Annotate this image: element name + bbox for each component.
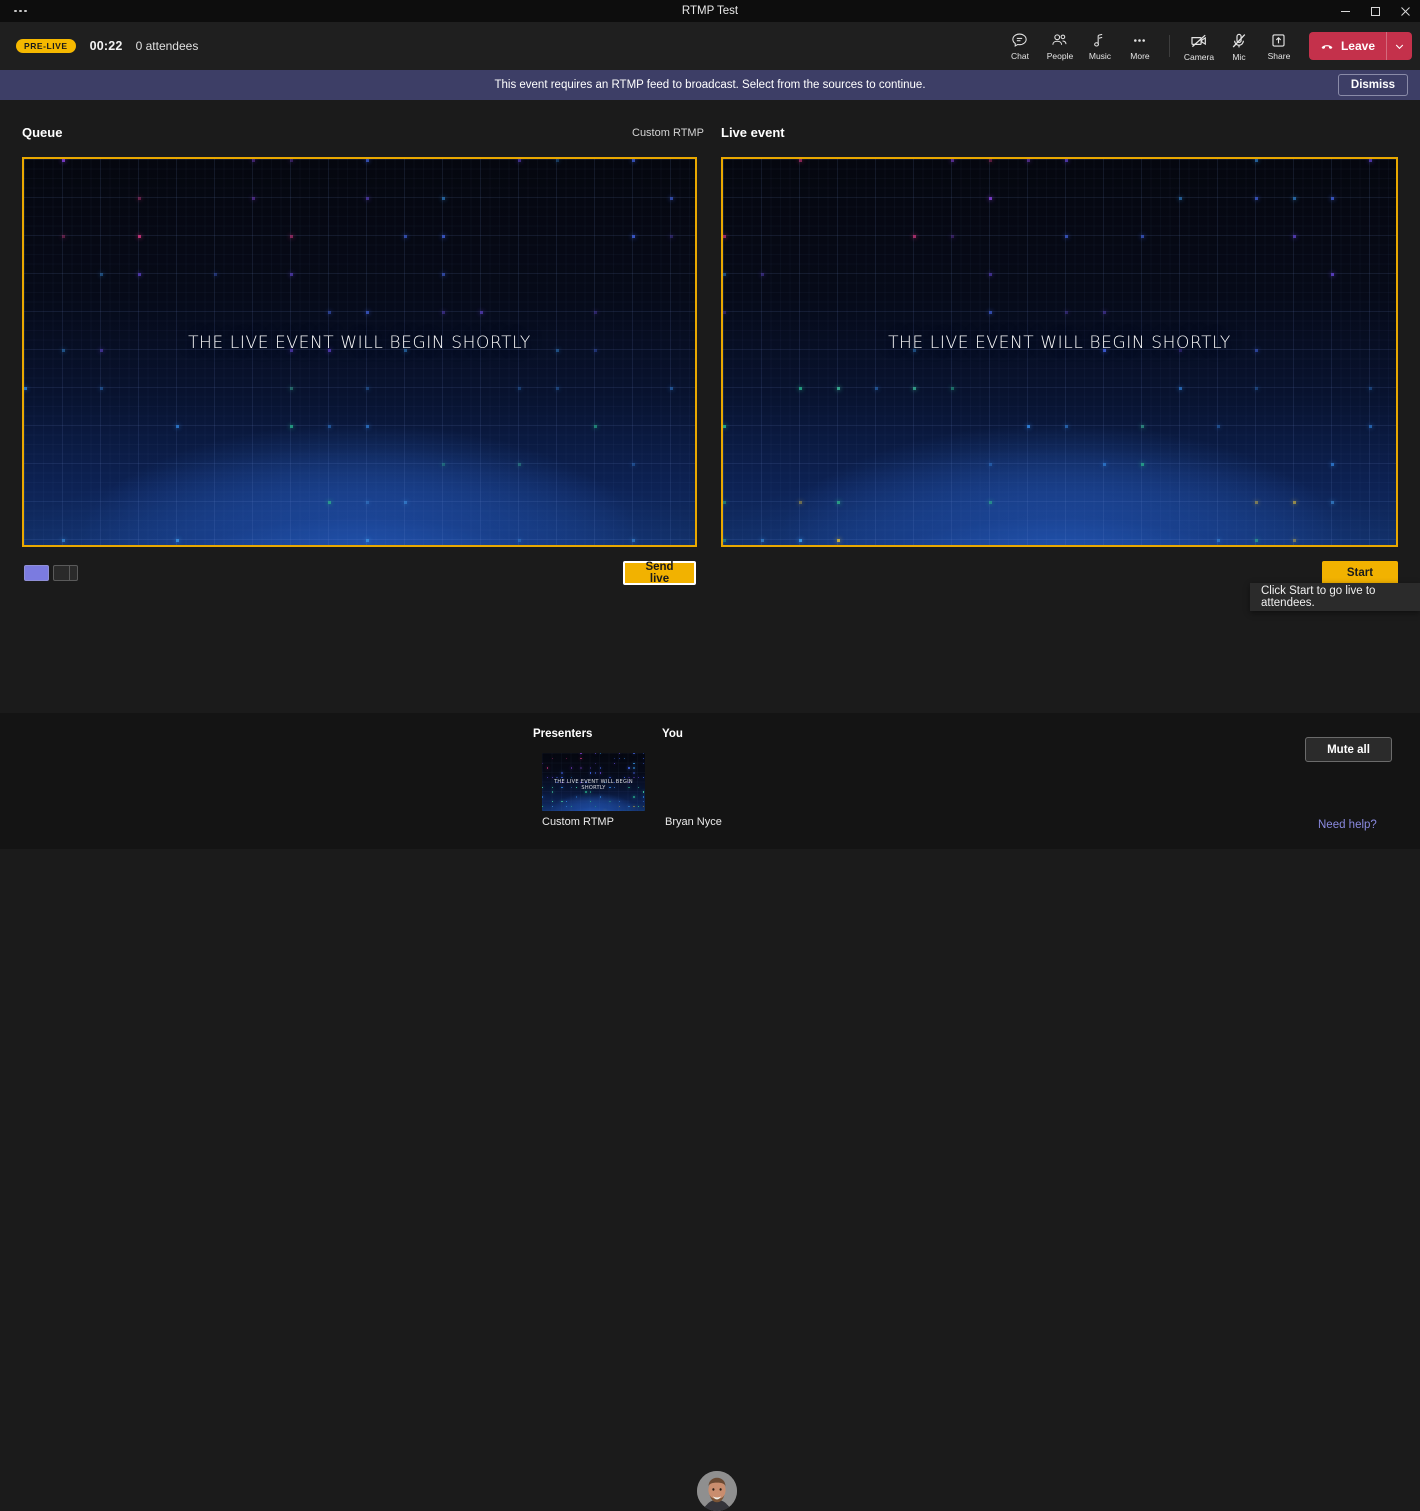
window-controls (1330, 0, 1420, 22)
share-label: Share (1267, 51, 1291, 62)
your-name: Bryan Nyce (665, 816, 722, 828)
mic-off-icon (1232, 33, 1246, 48)
title-bar: RTMP Test (0, 0, 1420, 22)
avatar-photo (697, 1471, 737, 1511)
need-help-link[interactable]: Need help? (1318, 819, 1377, 831)
queue-video-preview[interactable]: THE LIVE EVENT WILL BEGIN SHORTLY (22, 157, 697, 547)
dismiss-button[interactable]: Dismiss (1337, 74, 1408, 96)
command-bar-actions: Chat People Music More Camera Mic Share … (1000, 22, 1412, 70)
maximize-icon[interactable] (1360, 0, 1390, 22)
presenters-heading: Presenters (533, 728, 593, 740)
share-button[interactable]: Share (1259, 24, 1299, 68)
avatar[interactable] (697, 1471, 737, 1511)
more-icon (1134, 39, 1146, 43)
close-icon[interactable] (1390, 0, 1420, 22)
mic-label: Mic (1232, 51, 1246, 62)
live-video-preview[interactable]: THE LIVE EVENT WILL BEGIN SHORTLY (721, 157, 1398, 547)
start-button[interactable]: Start (1322, 561, 1398, 585)
slide-headline: THE LIVE EVENT WILL BEGIN SHORTLY (888, 332, 1231, 353)
queue-source-label: Custom RTMP (632, 127, 704, 139)
command-bar: PRE-LIVE 00:22 0 attendees Chat People M… (0, 22, 1420, 70)
people-icon (1052, 34, 1067, 46)
leave-button[interactable]: Leave (1309, 32, 1386, 60)
camera-button[interactable]: Camera (1179, 24, 1219, 68)
send-live-button[interactable]: Send live (623, 561, 696, 585)
people-button[interactable]: People (1040, 24, 1080, 68)
start-tooltip: Click Start to go live to attendees. (1250, 583, 1420, 611)
stage-area: Queue Custom RTMP Live event THE LIVE EV… (0, 100, 1420, 713)
slide-headline: THE LIVE EVENT WILL BEGIN SHORTLY (188, 332, 531, 353)
people-label: People (1046, 51, 1074, 62)
status-badge: PRE-LIVE (16, 38, 76, 54)
chat-label: Chat (1010, 51, 1029, 62)
music-icon (1094, 34, 1103, 47)
chat-button[interactable]: Chat (1000, 24, 1040, 68)
music-label: Music (1088, 51, 1112, 62)
music-button[interactable]: Music (1080, 24, 1120, 68)
presenter-name: Custom RTMP (542, 816, 614, 828)
you-heading: You (662, 728, 683, 740)
layout-toggle-group (24, 565, 78, 581)
presenter-tray: Presenters You THE LIVE EVENT WILL BEGIN… (0, 713, 1420, 1511)
chat-icon (1012, 33, 1028, 48)
elapsed-timer: 00:22 (89, 39, 123, 53)
leave-dropdown-button[interactable] (1387, 32, 1412, 60)
banner-message: This event requires an RTMP feed to broa… (494, 79, 926, 91)
attendee-count: 0 attendees (135, 39, 199, 53)
minimize-icon[interactable] (1330, 0, 1360, 22)
presenter-thumbnail[interactable]: THE LIVE EVENT WILL BEGIN SHORTLY (542, 753, 645, 811)
mute-all-button[interactable]: Mute all (1305, 737, 1392, 762)
window-title: RTMP Test (681, 5, 739, 17)
leave-button-group: Leave (1308, 32, 1412, 60)
camera-off-icon (1191, 34, 1206, 47)
layout-full-button[interactable] (24, 565, 49, 581)
hangup-icon (1321, 45, 1333, 49)
layout-split-button[interactable] (53, 565, 78, 581)
mic-button[interactable]: Mic (1219, 24, 1259, 68)
toolbar-divider (1168, 35, 1170, 57)
thumb-headline: THE LIVE EVENT WILL BEGIN SHORTLY (554, 778, 633, 791)
queue-heading: Queue (22, 125, 63, 140)
rtmp-notification-banner: This event requires an RTMP feed to broa… (0, 70, 1420, 100)
live-event-heading: Live event (721, 125, 785, 140)
more-button[interactable]: More (1120, 24, 1160, 68)
camera-label: Camera (1183, 51, 1215, 62)
chevron-down-icon (1395, 44, 1404, 49)
leave-label: Leave (1340, 39, 1375, 53)
share-icon (1272, 34, 1286, 47)
more-label: More (1130, 51, 1150, 62)
